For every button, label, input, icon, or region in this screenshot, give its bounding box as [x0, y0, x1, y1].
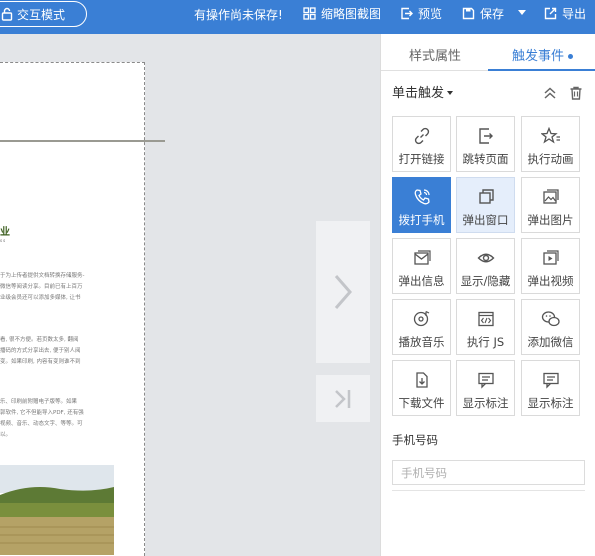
- code-icon: [477, 311, 494, 327]
- action-run-animation[interactable]: 执行动画: [521, 116, 580, 172]
- save-icon: [462, 7, 475, 19]
- trigger-type-label: 单击触发: [392, 86, 445, 101]
- jump-page-icon: [478, 128, 493, 144]
- action-popup-image[interactable]: 弹出图片: [521, 177, 580, 233]
- editor-canvas: 业 ss 于为上传者提供文档转换存储服务- 微信等阅读分享。目前已有上百万 业级…: [0, 34, 380, 556]
- phone-number-input[interactable]: [392, 460, 585, 485]
- action-add-wechat[interactable]: 添加微信: [521, 299, 580, 355]
- download-file-icon: [415, 372, 428, 388]
- next-page-button[interactable]: [316, 221, 370, 363]
- document-divider: [0, 140, 165, 142]
- annotation-icon: [477, 372, 494, 389]
- thumbnail-label: 缩略图截图: [321, 6, 382, 21]
- tab-style-properties[interactable]: 样式属性: [409, 45, 461, 64]
- document-page[interactable]: 业 ss 于为上传者提供文档转换存储服务- 微信等阅读分享。目前已有上百万 业级…: [0, 62, 145, 556]
- lock-icon: [1, 7, 13, 21]
- action-show-hide[interactable]: 显示/隐藏: [456, 238, 515, 294]
- properties-panel: 样式属性 触发事件 单击触发 打开链接 跳转页面 执行动画 拨打手机 弹出窗口 …: [380, 34, 595, 556]
- divider: [392, 490, 585, 491]
- collapse-icon[interactable]: [543, 86, 557, 100]
- action-run-js[interactable]: 执行 JS: [456, 299, 515, 355]
- export-icon: [544, 7, 557, 19]
- export-button[interactable]: 导出: [544, 4, 586, 22]
- last-page-button[interactable]: [316, 375, 370, 422]
- export-label: 导出: [562, 6, 587, 21]
- action-jump-page[interactable]: 跳转页面: [456, 116, 515, 172]
- action-play-music[interactable]: 播放音乐: [392, 299, 451, 355]
- annotation-icon: [542, 372, 559, 389]
- preview-icon: [401, 7, 413, 19]
- preview-button[interactable]: 预览: [400, 4, 442, 22]
- document-paragraph: 乐、印刷前附赠电子版等。如果 郭软件, 它不但能导入PDF, 还有强 视频、音乐…: [0, 399, 84, 438]
- chevron-right-icon: [334, 275, 352, 309]
- document-paragraph: 看, 很不方便。若页数太多, 翻阅 播码的方式分享出去, 便于别人阅 变。如果印…: [0, 337, 81, 365]
- interaction-mode-toggle[interactable]: 交互模式: [0, 1, 87, 27]
- thumbnail-icon: [303, 6, 316, 20]
- landscape-photo: [0, 465, 114, 555]
- action-popup-video[interactable]: 弹出视频: [521, 238, 580, 294]
- active-tab-indicator: [488, 69, 595, 71]
- action-show-annotation[interactable]: 显示标注: [456, 360, 515, 416]
- star-animation-icon: [540, 127, 560, 144]
- phone-number-label: 手机号码: [392, 433, 438, 447]
- top-toolbar: 交互模式 有操作尚未保存! 缩略图截图 预览 保存 导出: [0, 0, 595, 34]
- message-icon: [413, 250, 431, 265]
- image-icon: [542, 189, 559, 204]
- save-label: 保存: [480, 6, 505, 21]
- wechat-icon: [541, 311, 560, 327]
- document-heading: 业: [0, 227, 10, 238]
- caret-down-icon: [447, 91, 454, 95]
- action-show-annotation[interactable]: 显示标注: [521, 360, 580, 416]
- action-open-link[interactable]: 打开链接: [392, 116, 451, 172]
- preview-label: 预览: [418, 6, 443, 21]
- trash-icon[interactable]: [569, 86, 583, 100]
- unsaved-notice: 有操作尚未保存!: [194, 8, 283, 22]
- thumbnail-button[interactable]: 缩略图截图: [303, 4, 381, 22]
- save-dropdown-caret[interactable]: [518, 10, 526, 15]
- document-paragraph: 于为上传者提供文档转换存储服务- 微信等阅读分享。目前已有上百万 业级会员还可以…: [0, 273, 85, 301]
- action-popup-window[interactable]: 弹出窗口: [456, 177, 515, 233]
- eye-icon: [477, 253, 494, 263]
- tab-trigger-events[interactable]: 触发事件: [512, 45, 574, 64]
- link-icon: [414, 127, 429, 145]
- action-call-phone[interactable]: 拨打手机: [392, 177, 451, 233]
- panel-tabs: 样式属性 触发事件: [381, 34, 595, 71]
- trigger-type-dropdown[interactable]: 单击触发: [392, 82, 454, 101]
- document-subheading: ss: [0, 238, 7, 243]
- popup-window-icon: [478, 189, 494, 204]
- skip-to-end-icon: [335, 389, 351, 408]
- action-popup-message[interactable]: 弹出信息: [392, 238, 451, 294]
- active-dot-icon: [568, 54, 574, 59]
- interaction-mode-label: 交互模式: [17, 7, 66, 22]
- video-icon: [542, 250, 559, 265]
- action-download-file[interactable]: 下载文件: [392, 360, 451, 416]
- phone-call-icon: [414, 189, 430, 205]
- music-icon: [413, 310, 429, 327]
- save-button[interactable]: 保存: [462, 4, 504, 22]
